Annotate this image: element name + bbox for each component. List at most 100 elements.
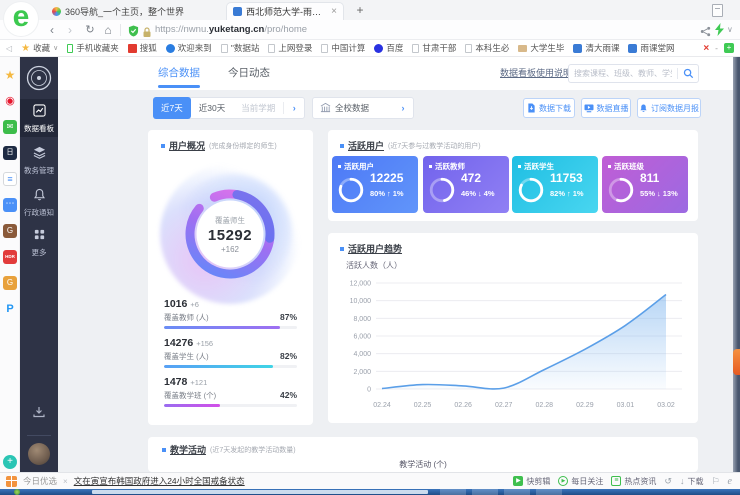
bookmark-undergrad[interactable]: 本科生必 [465,42,509,54]
svg-text:02.26: 02.26 [454,402,472,409]
bookmarks-bar-controls: × - + [703,43,734,54]
url-scheme: https:// [155,24,184,35]
dashboard-main: 综合数据 今日动态 数据看板使用说明 近7天 近30天 当前学期 › 全校数据 … [58,57,733,472]
sidebar-item-more[interactable]: 更多 [20,223,58,261]
bookmark-favorites[interactable]: ★收藏∨ [21,42,58,54]
svg-text:02.24: 02.24 [373,402,391,409]
taskbar-app-button[interactable] [440,489,466,495]
home-icon[interactable]: ⌂ [100,20,116,40]
extension-icon[interactable]: + [724,43,734,53]
downloads-button[interactable]: ↓下载 [680,476,704,487]
browser-360-logo[interactable]: e [4,2,38,36]
data-download-button[interactable]: 数据下载 [523,98,575,118]
minimize-icon[interactable]: - [715,43,718,53]
active-classes-tile: 活跃班级 811 55%↓13% [602,156,688,213]
bookmark-tsinghua-rain[interactable]: 清大雨课 [573,42,619,54]
chevron-right-icon[interactable]: › [284,103,304,113]
tab-close-icon[interactable]: × [331,6,337,17]
filter-semester[interactable]: 当前学期 [233,98,283,118]
bookmark-graduate[interactable]: 大学生毕 [518,42,564,54]
user-avatar[interactable] [28,443,50,465]
flag-icon[interactable]: ⚐ [711,476,719,487]
notes-app-icon[interactable]: ≡ [3,172,17,186]
toolbar-chevron-icon[interactable]: ∨ [727,20,733,40]
trend-arrow-icon: ↑ [567,189,571,198]
bookmark-baidu[interactable]: 百度 [374,42,403,54]
sidebar-item-notices[interactable]: 行政通知 [20,183,58,221]
svg-text:02.25: 02.25 [414,402,432,409]
sidebar-item-academic-admin[interactable]: 教务管理 [20,141,58,179]
bookmark-yuketang-web[interactable]: 雨课堂网 [628,42,674,54]
svg-text:0: 0 [367,387,371,394]
news-ticker-link[interactable]: 文在寅宣布韩国政府进入24小时全国戒备状态 [74,475,245,487]
trend-arrow-icon: ↓ [657,189,661,198]
progress-fill [164,326,280,329]
game-app-icon-1[interactable]: G [3,224,17,238]
bookmark-china-computing[interactable]: 中国计算 [321,42,365,54]
bookmark-mobile-favorites[interactable]: 手机收藏夹 [67,42,119,54]
quick-clip-tool[interactable]: ▶快剪辑 [513,476,550,487]
taskbar-app-button[interactable] [536,489,562,495]
tab-today-activity[interactable]: 今日动态 [228,57,270,90]
weibo-icon[interactable]: ◉ [3,94,17,108]
chat-app-icon[interactable]: ⋯ [3,198,17,212]
taskbar-app-button[interactable] [472,489,498,495]
news-close-icon[interactable]: × [63,477,68,486]
bookmark-welcome[interactable]: 欢迎来到 [166,42,212,54]
daily-pick-label[interactable]: 今日优选 [23,475,57,487]
ie-mode-icon[interactable]: e [728,476,732,487]
download-arrow-icon: ↓ [680,476,685,486]
hdr-app-icon[interactable]: HDR [3,250,17,264]
bookmark-login[interactable]: 上网登录 [268,42,312,54]
browser-tab-yuketang[interactable]: 西北师范大学-雨课堂 × [226,2,344,20]
new-tab-button[interactable]: + [352,2,368,18]
chevron-right-icon[interactable]: › [393,103,413,113]
mail-app-icon[interactable]: ✉ [3,120,17,134]
dashboard-help-link[interactable]: 数据看板使用说明 [500,57,572,90]
accelerator-bolt-icon[interactable] [715,23,724,41]
hot-news-tool[interactable]: ≡热点资讯 [611,476,656,487]
tile-bullet [518,165,521,168]
snapshot-icon[interactable] [712,4,723,17]
search-input[interactable] [569,69,677,78]
daily-follow-tool[interactable]: ▶每日关注 [558,476,603,487]
filter-7days[interactable]: 近7天 [153,97,191,119]
close-icon[interactable]: × [703,43,709,54]
progress-fill [164,404,220,407]
address-bar[interactable]: https://nwnu.yuketang.cn/pro/home [155,20,307,40]
start-button[interactable] [14,489,20,495]
sidebar-download-icon[interactable] [20,405,58,424]
game-app-icon-2[interactable]: G [3,276,17,290]
browser-tab-bar: e 360导航_一个主页，整个世界 西北师范大学-雨课堂 × + [0,0,740,20]
taskbar-search-strip [92,490,428,494]
bookmark-sohu[interactable]: 搜狐 [128,42,157,54]
favorites-star-icon[interactable]: ★ [3,68,17,82]
svg-text:10,000: 10,000 [350,298,372,305]
scope-filter-group[interactable]: 全校数据 › [312,97,414,119]
progress-track [164,365,297,368]
university-seal-logo [26,65,52,96]
reload-icon[interactable]: ↻ [82,20,98,40]
bookmark-gansu[interactable]: 甘肃干部 [412,42,456,54]
period-filter-group: 近7天 近30天 当前学期 › [153,97,305,119]
bookmark-data-site[interactable]: "数据站 [221,42,260,54]
filter-30days[interactable]: 近30天 [191,98,233,118]
history-icon[interactable]: ↺ [664,476,672,487]
search-icon[interactable] [678,68,698,80]
data-live-button[interactable]: 数据直播 [581,98,631,118]
gift-icon[interactable] [6,476,17,487]
taskbar-app-button[interactable] [504,489,530,495]
browser-tab-360-nav[interactable]: 360导航_一个主页，整个世界 [46,2,222,20]
zhihu-daily-icon[interactable]: 日 [3,146,17,160]
back-icon[interactable]: ‹ [44,20,60,40]
sidebar-item-dashboard[interactable]: 数据看板 [20,99,58,137]
chevron-down-icon: ∨ [53,44,58,52]
grid-dots-icon [33,228,46,241]
bookmarks-collapse-icon[interactable]: ◁ [6,44,12,53]
subscribe-monthly-report-button[interactable]: 订阅数据月报 [637,98,701,118]
floating-widget-icon[interactable] [733,349,740,375]
add-app-icon[interactable]: + [3,455,17,469]
play-icon: ▶ [513,476,523,486]
p-app-icon[interactable]: P [3,302,17,316]
forward-icon[interactable]: › [62,20,78,40]
